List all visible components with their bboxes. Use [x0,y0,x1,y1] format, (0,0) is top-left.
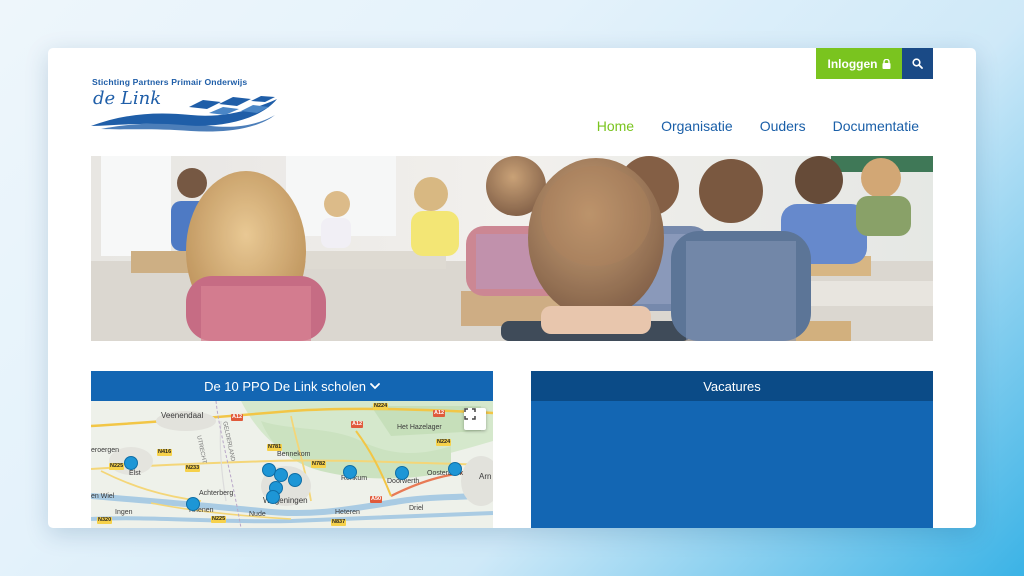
road-n416: N416 [157,449,173,456]
schools-panel: De 10 PPO De Link scholen Veenendaal Het… [91,371,493,528]
fullscreen-icon [464,408,476,420]
school-marker[interactable] [266,490,280,504]
school-marker[interactable] [124,456,138,470]
nav-home[interactable]: Home [597,118,634,134]
browser-window: Inloggen Stichting Partners Primair Onde… [48,48,976,528]
search-button[interactable] [902,48,933,79]
road-n225-bottom: N225 [211,516,227,523]
road-n224-mid: N224 [436,439,452,446]
map-label-het-hazelager: Het Hazelager [397,424,442,431]
school-marker[interactable] [288,473,302,487]
schools-map[interactable]: Veenendaal Het Hazelager Bennekom Elst R… [91,401,493,528]
road-n224-top: N224 [373,403,389,410]
map-label-ingen: Ingen [115,509,133,516]
logo-tagline: Stichting Partners Primair Onderwijs [92,77,248,87]
vacatures-header[interactable]: Vacatures [531,371,933,401]
nav-organisatie[interactable]: Organisatie [661,118,733,134]
map-label-driel: Driel [409,505,424,512]
schools-dropdown-toggle[interactable]: De 10 PPO De Link scholen [91,371,493,401]
school-marker[interactable] [274,468,288,482]
road-n782: N782 [311,461,327,468]
schools-panel-title: De 10 PPO De Link scholen [204,378,366,394]
map-label-achterberg: Achterberg [199,490,234,497]
road-n233: N233 [185,465,201,472]
map-label-nude: Nude [249,511,266,518]
search-icon [912,58,923,69]
main-nav: Home Organisatie Ouders Documentatie [570,118,919,134]
map-label-den-wiel: en Wiel [91,493,115,500]
fullscreen-button[interactable] [464,408,486,430]
logo[interactable]: Stichting Partners Primair Onderwijs de … [91,77,281,133]
road-a50: A50 [370,496,383,503]
map-label-veenendaal: Veenendaal [161,411,204,420]
chevron-down-icon [370,383,380,390]
road-a12-top: A12 [351,421,364,428]
school-marker[interactable] [448,462,462,476]
logo-wave-graphic [91,96,277,132]
road-n225-left: N225 [109,463,125,470]
road-n781: N781 [267,444,283,451]
vacatures-panel: Vacatures [531,371,933,528]
map-label-bennekom: Bennekom [277,451,311,458]
nav-documentatie[interactable]: Documentatie [833,118,919,134]
map-label-arnhem: Arn [479,472,492,481]
map-label-elst: Elst [129,470,141,477]
road-n320: N320 [97,517,113,524]
nav-ouders[interactable]: Ouders [760,118,806,134]
map-label-eroergen: eroergen [91,447,120,454]
lock-icon [882,58,890,69]
hero-image [91,156,933,341]
road-n837: N837 [331,519,347,526]
map-label-heteren: Heteren [335,509,360,516]
login-button[interactable]: Inloggen [816,48,902,79]
school-marker[interactable] [343,465,357,479]
road-a12-right: A12 [433,410,446,417]
school-marker[interactable] [395,466,409,480]
login-label: Inloggen [827,56,878,71]
vacatures-title: Vacatures [703,378,761,394]
school-marker[interactable] [186,497,200,511]
road-a12-left: A12 [231,414,244,421]
